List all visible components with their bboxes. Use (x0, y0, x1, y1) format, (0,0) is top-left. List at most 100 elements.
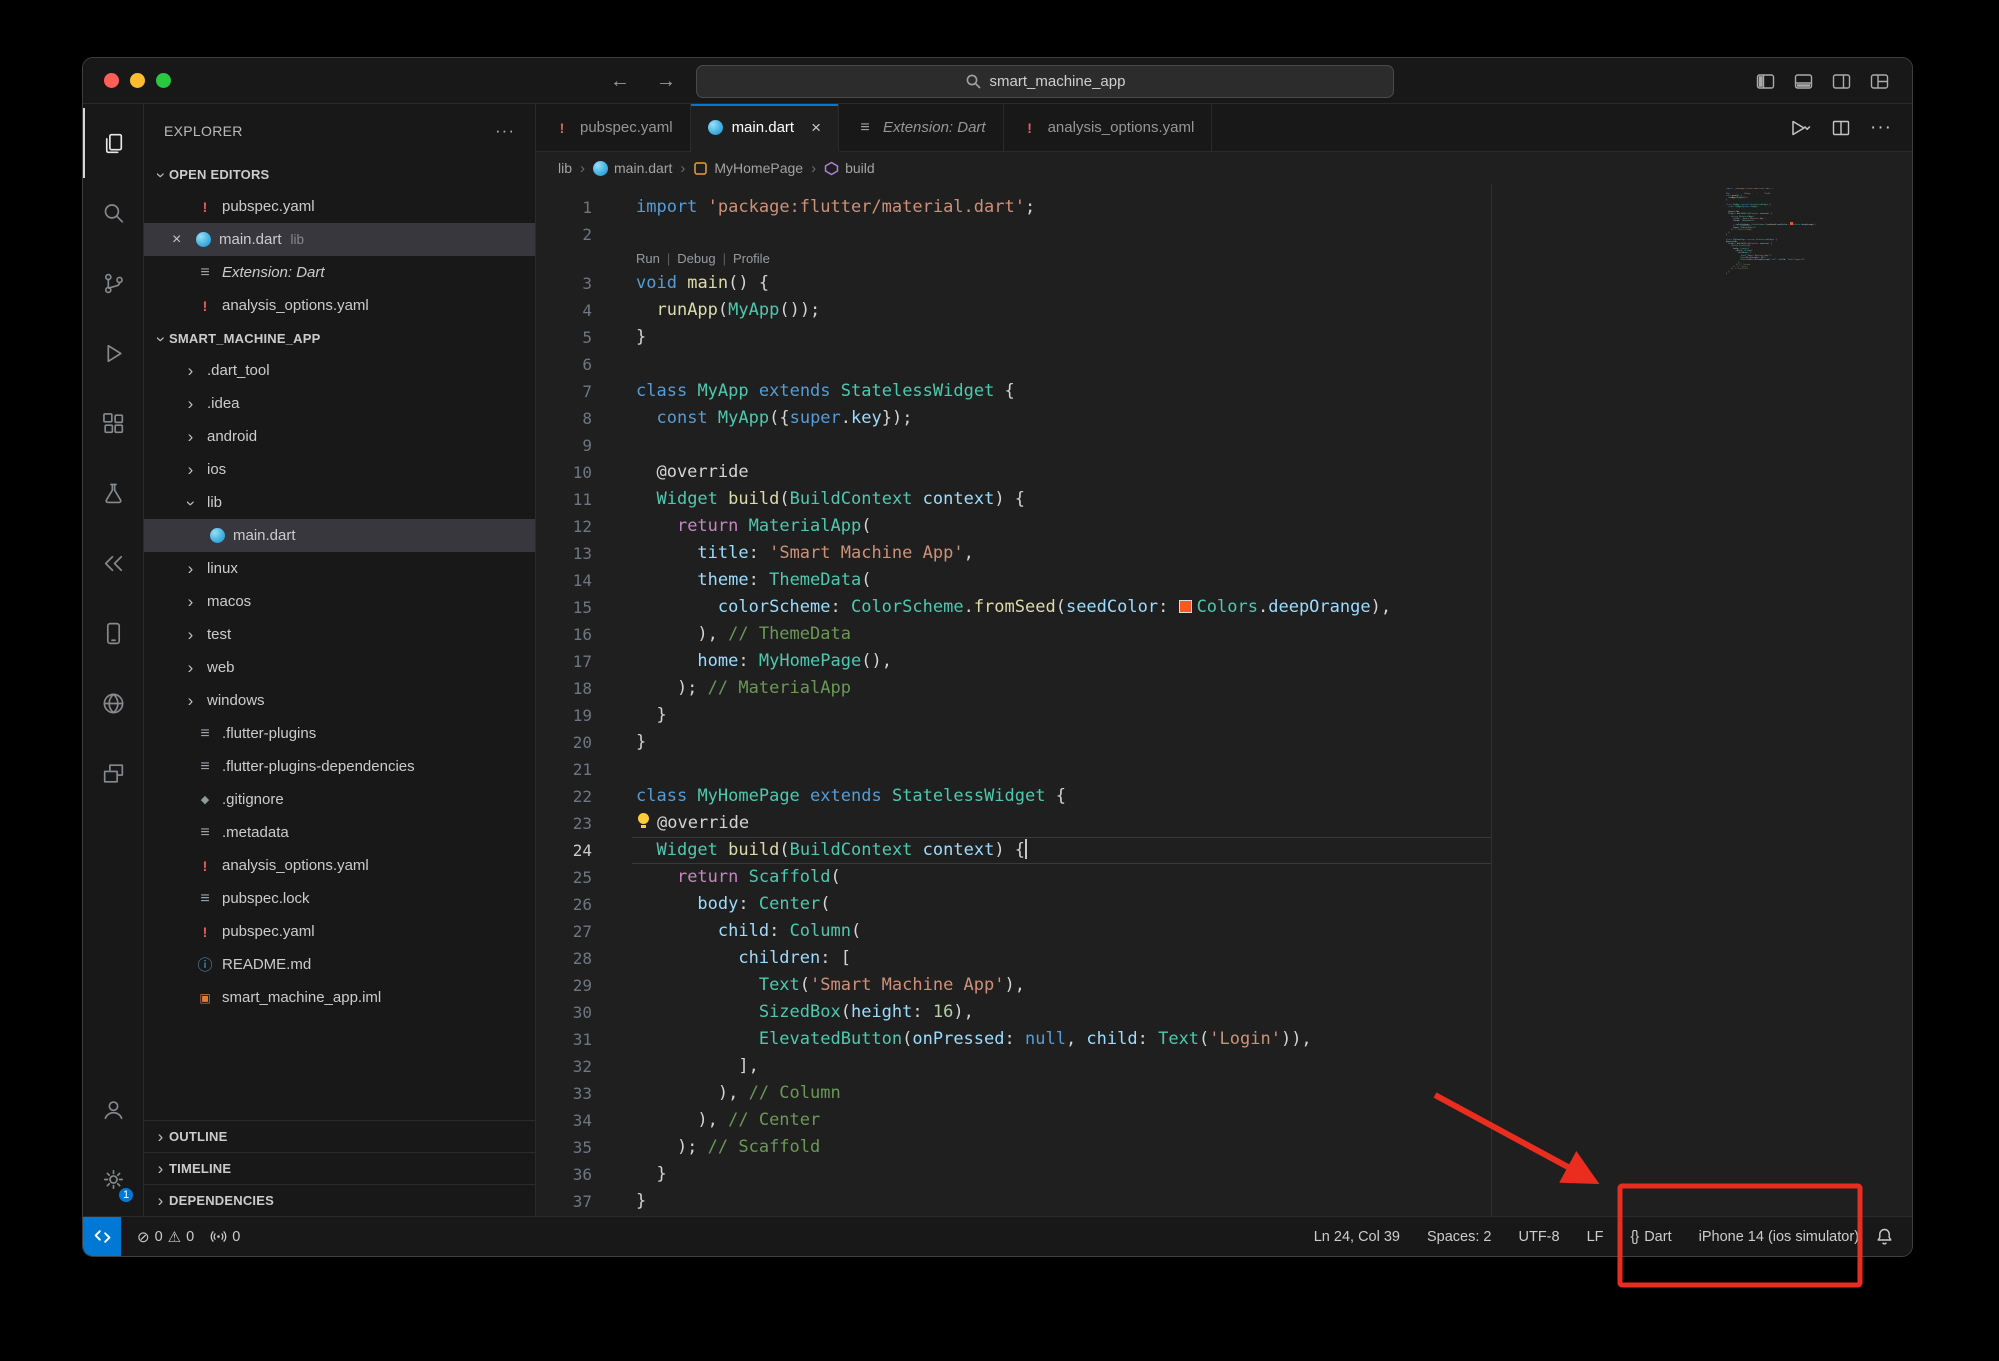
code-line[interactable]: 38 (536, 1215, 1912, 1216)
customize-layout-icon[interactable] (1869, 71, 1890, 92)
code-line[interactable]: 35 ); // Scaffold (536, 1134, 1912, 1161)
code-line[interactable]: 14 theme: ThemeData( (536, 567, 1912, 594)
line-number[interactable]: 13 (536, 540, 636, 567)
close-window-button[interactable] (104, 73, 119, 88)
toggle-sidebar-icon[interactable] (1755, 71, 1776, 92)
code-line[interactable]: 17 home: MyHomePage(), (536, 648, 1912, 675)
toggle-panel-icon[interactable] (1793, 71, 1814, 92)
code-line[interactable]: 4 runApp(MyApp()); (536, 297, 1912, 324)
code-line[interactable]: 26 body: Center( (536, 891, 1912, 918)
line-number[interactable]: 2 (536, 221, 636, 248)
problems-indicator[interactable]: ⊘ 0 ⚠ 0 (137, 1228, 194, 1246)
code-line[interactable]: 27 child: Column( (536, 918, 1912, 945)
line-number[interactable]: 1 (536, 194, 636, 221)
tree-folder-row[interactable]: ›windows (144, 684, 535, 717)
line-number[interactable]: 38 (536, 1215, 636, 1216)
line-number[interactable]: 10 (536, 459, 636, 486)
line-number[interactable]: 21 (536, 756, 636, 783)
line-number[interactable]: 17 (536, 648, 636, 675)
codelens-run[interactable]: Run (636, 248, 660, 270)
line-number[interactable]: 11 (536, 486, 636, 513)
code-line[interactable]: 20} (536, 729, 1912, 756)
tree-folder-row[interactable]: ›ios (144, 453, 535, 486)
line-number[interactable]: 30 (536, 999, 636, 1026)
line-number[interactable]: 16 (536, 621, 636, 648)
code-line[interactable]: 31 ElevatedButton(onPressed: null, child… (536, 1026, 1912, 1053)
editor[interactable]: 1import 'package:flutter/material.dart';… (536, 184, 1912, 1216)
tree-file-row[interactable]: main.dart (144, 519, 535, 552)
tree-file-row[interactable]: ≡.flutter-plugins-dependencies (144, 750, 535, 783)
line-number[interactable]: 27 (536, 918, 636, 945)
tab-main-dart[interactable]: main.dart× (691, 104, 839, 151)
section-dependencies[interactable]: ›DEPENDENCIES (144, 1184, 535, 1216)
editor-action-more-icon[interactable]: ··· (1870, 117, 1892, 139)
line-number[interactable]: 34 (536, 1107, 636, 1134)
line-number[interactable]: 4 (536, 297, 636, 324)
code-line[interactable]: 19 } (536, 702, 1912, 729)
activity-globe-icon[interactable] (83, 668, 143, 738)
forward-button[interactable]: → (656, 70, 676, 93)
activity-chevrons-icon[interactable] (83, 528, 143, 598)
code-line[interactable]: 29 Text('Smart Machine App'), (536, 972, 1912, 999)
toggle-secondary-sidebar-icon[interactable] (1831, 71, 1852, 92)
tree-file-row[interactable]: ≡pubspec.lock (144, 882, 535, 915)
code-line[interactable]: 34 ), // Center (536, 1107, 1912, 1134)
code-line[interactable]: 2 (536, 221, 1912, 248)
tree-file-row[interactable]: !pubspec.yaml (144, 915, 535, 948)
notifications-bell[interactable] (1875, 1227, 1912, 1246)
breadcrumb-main-dart[interactable]: main.dart (593, 160, 672, 176)
line-number[interactable]: 32 (536, 1053, 636, 1080)
line-number[interactable]: 9 (536, 432, 636, 459)
line-number[interactable]: 24 (536, 837, 636, 864)
zoom-window-button[interactable] (156, 73, 171, 88)
ports-indicator[interactable]: 0 (210, 1228, 240, 1245)
lightbulb-icon[interactable] (636, 811, 657, 831)
line-number[interactable]: 8 (536, 405, 636, 432)
tab-extension-dart[interactable]: ≡Extension: Dart (839, 104, 1004, 151)
line-number[interactable]: 33 (536, 1080, 636, 1107)
open-editors-header[interactable]: › OPEN EDITORS (144, 158, 535, 190)
tree-folder-row[interactable]: ›android (144, 420, 535, 453)
section-timeline[interactable]: ›TIMELINE (144, 1152, 535, 1184)
code-line[interactable]: 30 SizedBox(height: 16), (536, 999, 1912, 1026)
code-line[interactable]: 22class MyHomePage extends StatelessWidg… (536, 783, 1912, 810)
breadcrumb-lib[interactable]: lib (558, 160, 572, 176)
line-number[interactable]: 23 (536, 810, 636, 837)
close-tab-icon[interactable]: × (811, 118, 821, 138)
tree-folder-row[interactable]: ›lib (144, 486, 535, 519)
tree-file-row[interactable]: ≡.flutter-plugins (144, 717, 535, 750)
tree-folder-row[interactable]: ›linux (144, 552, 535, 585)
activity-device-icon[interactable] (83, 598, 143, 668)
code-line[interactable]: 11 Widget build(BuildContext context) { (536, 486, 1912, 513)
code-line[interactable]: 24 Widget build(BuildContext context) { (536, 837, 1912, 864)
line-number[interactable]: 36 (536, 1161, 636, 1188)
line-number[interactable]: 7 (536, 378, 636, 405)
minimize-window-button[interactable] (130, 73, 145, 88)
activity-account-icon[interactable] (83, 1074, 143, 1144)
line-number[interactable]: 31 (536, 1026, 636, 1053)
code-line[interactable]: 13 title: 'Smart Machine App', (536, 540, 1912, 567)
code-line[interactable]: 36 } (536, 1161, 1912, 1188)
status-spaces-2[interactable]: Spaces: 2 (1427, 1229, 1492, 1245)
code-line[interactable]: 10 @override (536, 459, 1912, 486)
activity-source-control-icon[interactable] (83, 248, 143, 318)
line-number[interactable]: 12 (536, 513, 636, 540)
activity-search-icon[interactable] (83, 178, 143, 248)
tree-file-row[interactable]: ◆.gitignore (144, 783, 535, 816)
remote-indicator[interactable] (83, 1217, 121, 1256)
tree-folder-row[interactable]: ›.idea (144, 387, 535, 420)
tree-folder-row[interactable]: ›web (144, 651, 535, 684)
line-number[interactable]: 20 (536, 729, 636, 756)
back-button[interactable]: ← (610, 70, 630, 93)
code-line[interactable]: 8 const MyApp({super.key}); (536, 405, 1912, 432)
tab-pubspec-yaml[interactable]: !pubspec.yaml (536, 104, 691, 151)
command-center-search[interactable]: smart_machine_app (696, 65, 1394, 98)
tab-analysis-options-yaml[interactable]: !analysis_options.yaml (1004, 104, 1213, 151)
tree-file-row[interactable]: !analysis_options.yaml (144, 849, 535, 882)
sidebar-more-actions-icon[interactable]: ··· (495, 121, 515, 141)
code-line[interactable]: 12 return MaterialApp( (536, 513, 1912, 540)
open-editor-item[interactable]: ≡Extension: Dart (144, 256, 535, 289)
activity-windows-icon[interactable] (83, 738, 143, 808)
section-outline[interactable]: ›OUTLINE (144, 1120, 535, 1152)
status-lf[interactable]: LF (1587, 1229, 1604, 1245)
